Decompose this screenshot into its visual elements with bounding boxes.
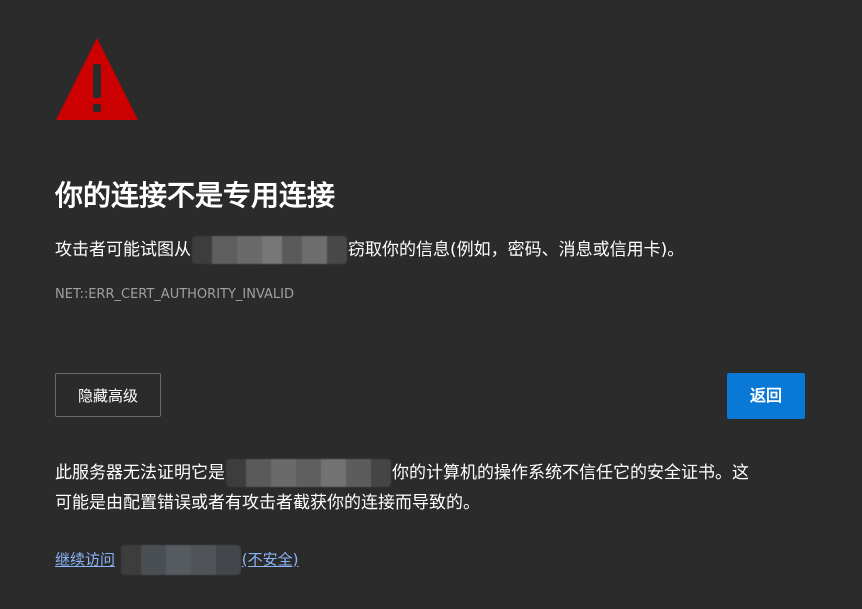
ssl-error-page: 你的连接不是专用连接 攻击者可能试图从 窃取你的信息(例如，密码、消息或信用卡)… bbox=[0, 0, 862, 609]
description-after: 窃取你的信息(例如，密码、消息或信用卡)。 bbox=[348, 240, 685, 260]
redacted-hostname-2 bbox=[226, 459, 391, 487]
error-description: 攻击者可能试图从 窃取你的信息(例如，密码、消息或信用卡)。 bbox=[55, 236, 684, 264]
proceed-unsafe-link[interactable]: 继续访问 (不安全) bbox=[55, 545, 299, 575]
back-button[interactable]: 返回 bbox=[727, 373, 805, 419]
page-title: 你的连接不是专用连接 bbox=[55, 179, 336, 212]
hide-advanced-button[interactable]: 隐藏高级 bbox=[55, 373, 161, 417]
description-before: 攻击者可能试图从 bbox=[55, 240, 191, 260]
redacted-hostname-3 bbox=[120, 545, 241, 575]
advanced-details: 此服务器无法证明它是 你的计算机的操作系统不信任它的安全证书。这 可能是由配置错… bbox=[55, 458, 815, 518]
details-line-1: 此服务器无法证明它是 你的计算机的操作系统不信任它的安全证书。这 bbox=[55, 458, 815, 488]
redacted-hostname bbox=[192, 236, 347, 264]
warning-triangle-icon bbox=[56, 38, 138, 120]
details-after: 你的计算机的操作系统不信任它的安全证书。这 bbox=[392, 463, 749, 483]
proceed-link-before[interactable]: 继续访问 bbox=[55, 551, 115, 569]
details-before: 此服务器无法证明它是 bbox=[55, 463, 225, 483]
proceed-link-after[interactable]: (不安全) bbox=[242, 551, 299, 569]
details-line-2: 可能是由配置错误或者有攻击者截获你的连接而导致的。 bbox=[55, 493, 480, 513]
error-code[interactable]: NET::ERR_CERT_AUTHORITY_INVALID bbox=[55, 286, 294, 304]
